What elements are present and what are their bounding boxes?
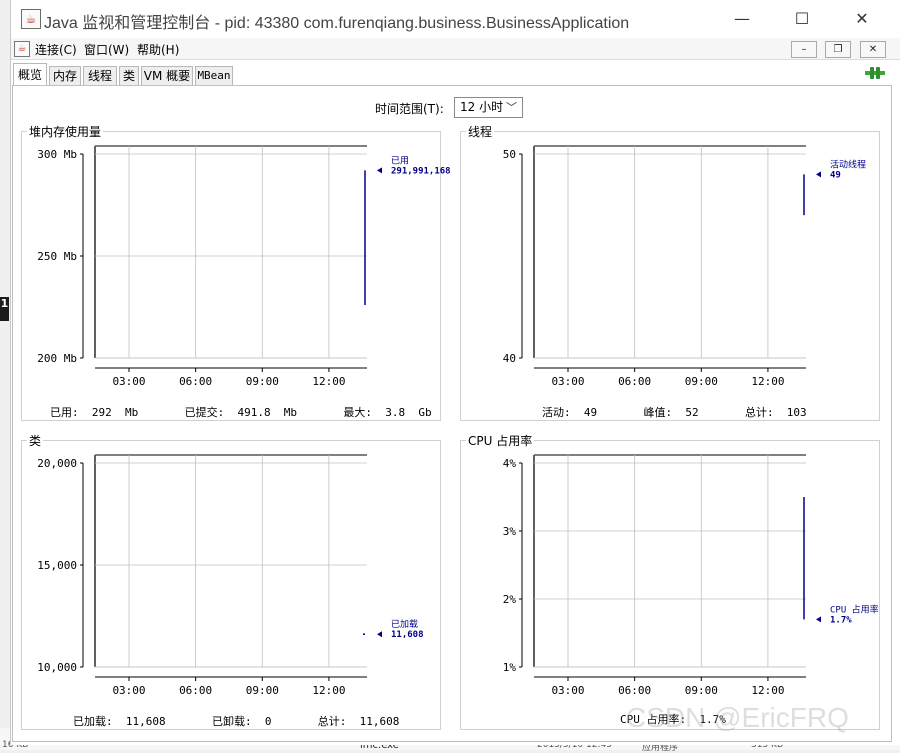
legend-series-value: 291,991,168: [391, 166, 451, 176]
legend-marker: [377, 631, 382, 638]
y-tick-label: 2%: [503, 593, 517, 606]
plot-background: [95, 146, 367, 358]
x-tick-label: 03:00: [551, 375, 584, 388]
close-button[interactable]: ✕: [839, 6, 885, 32]
legend-series-value: 11,608: [391, 630, 424, 640]
internal-minimize-button[interactable]: –: [791, 41, 817, 58]
threads-plot: 50 40 03:00 06:00 09:00 12:00 活动线程49: [503, 145, 866, 388]
y-tick-label: 1%: [503, 661, 517, 674]
x-tick-label: 06:00: [618, 375, 651, 388]
x-tick-label: 03:00: [112, 375, 145, 388]
y-tick-label: 250 Mb: [37, 250, 77, 263]
x-tick-label: 09:00: [246, 375, 279, 388]
y-tick-label: 3%: [503, 525, 517, 538]
maximize-button[interactable]: ☐: [779, 6, 825, 32]
java-icon[interactable]: ☕: [14, 41, 30, 57]
window-title: Java 监视和管理控制台 - pid: 43380 com.furenqian…: [44, 15, 630, 32]
jconsole-window: ☕ Java 监视和管理控制台 - pid: 43380 com.furenqi…: [10, 0, 900, 745]
desktop-edge-left: 1: [0, 297, 9, 321]
x-tick-label: 06:00: [179, 375, 212, 388]
legend-marker: [816, 616, 821, 623]
heap-stats: 已用: 292 Mb 已提交: 491.8 Mb 最大: 3.8 Gb: [50, 406, 432, 419]
internal-close-button[interactable]: ✕: [860, 41, 886, 58]
y-tick-label: 20,000: [37, 457, 77, 470]
internal-restore-button[interactable]: ❐: [825, 41, 851, 58]
menu-connection[interactable]: 连接(C): [35, 41, 77, 58]
legend-marker: [377, 167, 382, 174]
legend-series-value: 49: [830, 170, 841, 180]
classes-chart: 类 20,000 15,000 10,000 03:00 06:00 09:00 12:00…: [21, 432, 441, 730]
menu-help[interactable]: 帮助(H): [137, 41, 179, 58]
plot-background: [534, 146, 806, 358]
x-tick-label: 09:00: [685, 684, 718, 697]
tab-memory[interactable]: 内存: [49, 66, 81, 85]
x-tick-label: 12:00: [751, 375, 784, 388]
legend-series-name: CPU 占用率: [830, 603, 879, 615]
menu-window[interactable]: 窗口(W): [84, 41, 129, 58]
tab-threads[interactable]: 线程: [83, 66, 117, 85]
x-tick-label: 09:00: [685, 375, 718, 388]
x-tick-label: 12:00: [751, 684, 784, 697]
menu-bar: ☕ 连接(C) 窗口(W) 帮助(H) – ❐ ✕: [11, 38, 900, 60]
x-tick-label: 06:00: [618, 684, 651, 697]
java-icon: ☕: [21, 9, 41, 29]
cpu-plot: 4% 3% 2% 1% 03:00 06:00 09:00 12:00 CPU 占用率1.7%: [503, 454, 879, 697]
x-tick-label: 12:00: [312, 684, 345, 697]
time-range-select[interactable]: 12 小时 ﹀: [454, 97, 523, 118]
tab-overview[interactable]: 概览: [13, 63, 47, 86]
plot-background: [95, 455, 367, 667]
x-tick-label: 03:00: [551, 684, 584, 697]
title-bar[interactable]: ☕ Java 监视和管理控制台 - pid: 43380 com.furenqi…: [11, 0, 900, 38]
legend-series-name: 活动线程: [830, 158, 866, 170]
heap-plot: 300 Mb 250 Mb 200 Mb 03:00 06:00 09:00 12:00 已用…: [37, 145, 451, 388]
plot-background: [534, 455, 806, 667]
time-range-value: 12 小时: [460, 100, 504, 114]
threads-stats: 活动: 49 峰值: 52 总计: 103: [542, 406, 807, 419]
classes-stats: 已加载: 11,608 已卸载: 0 总计: 11,608: [73, 715, 400, 728]
time-range-label: 时间范围(T):: [375, 102, 444, 116]
chevron-down-icon: ﹀: [506, 101, 517, 114]
y-tick-label: 200 Mb: [37, 352, 77, 365]
tab-mbean[interactable]: MBean: [195, 66, 233, 85]
y-tick-label: 4%: [503, 457, 517, 470]
y-tick-label: 300 Mb: [37, 148, 77, 161]
cpu-usage-chart: CPU 占用率 4% 3% 2% 1% 03:00 06:00 09:00 12:00 CPU …: [460, 432, 880, 730]
x-tick-label: 06:00: [179, 684, 212, 697]
threads-chart: 线程 50 40 03:00 06:00 09:00 12:00 活动线程 49 活动: 49…: [460, 123, 880, 421]
y-tick-label: 50: [503, 148, 516, 161]
tab-vm-summary[interactable]: VM 概要: [141, 66, 193, 85]
legend-marker: [816, 171, 821, 178]
minimize-button[interactable]: —: [719, 6, 765, 32]
y-tick-label: 10,000: [37, 661, 77, 674]
classes-plot: 20,000 15,000 10,000 03:00 06:00 09:00 12:00 已加…: [37, 454, 424, 697]
y-tick-label: 15,000: [37, 559, 77, 572]
tab-classes[interactable]: 类: [119, 66, 139, 85]
watermark: CSDN @EricFRQ: [626, 702, 849, 733]
y-tick-label: 40: [503, 352, 516, 365]
connection-status-icon: [865, 67, 885, 79]
x-tick-label: 03:00: [112, 684, 145, 697]
legend-series-value: 1.7%: [830, 615, 852, 625]
legend-series-name: 已加载: [391, 618, 418, 630]
legend-series-name: 已用: [391, 155, 409, 166]
heap-memory-chart: 堆内存使用量 300 Mb 250 Mb 200 Mb 03:00 06:00 09:00…: [21, 123, 451, 421]
x-tick-label: 12:00: [312, 375, 345, 388]
x-tick-label: 09:00: [246, 684, 279, 697]
